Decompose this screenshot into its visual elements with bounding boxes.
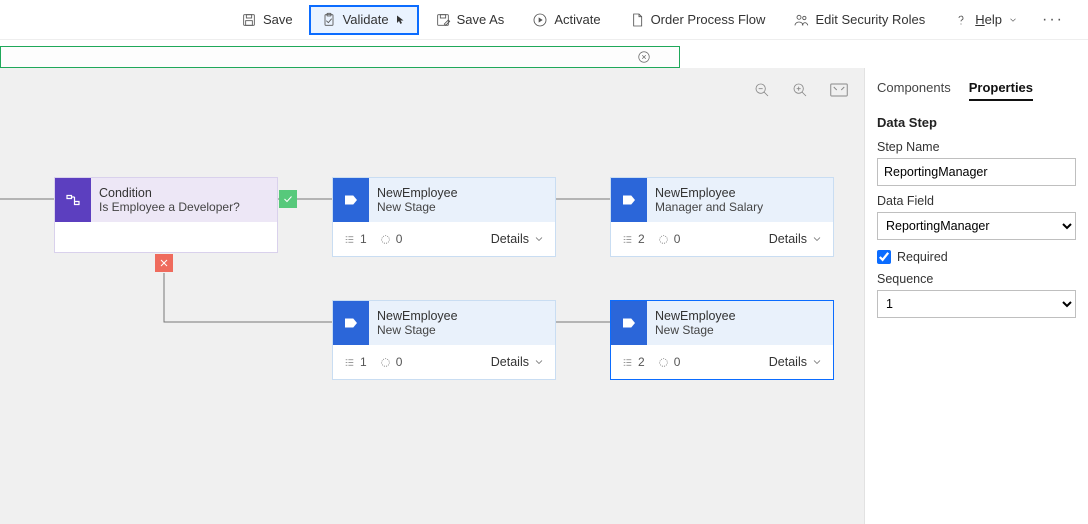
step-count: 1	[343, 232, 367, 246]
step-count: 1	[343, 355, 367, 369]
chevron-down-icon	[1008, 15, 1018, 25]
validate-label: Validate	[343, 12, 389, 27]
stage-title: NewEmployee	[377, 309, 458, 323]
list-icon	[343, 233, 356, 246]
tab-components[interactable]: Components	[877, 80, 951, 101]
stage-subtitle: New Stage	[377, 323, 458, 337]
help-button[interactable]: Help	[941, 5, 1030, 35]
designer-canvas[interactable]: Condition Is Employee a Developer? NewEm…	[0, 68, 864, 524]
condition-subtitle: Is Employee a Developer?	[99, 200, 240, 214]
help-label: Help	[975, 12, 1002, 27]
details-toggle[interactable]: Details	[769, 232, 823, 246]
chevron-down-icon	[811, 233, 823, 245]
branch-icon	[657, 356, 670, 369]
order-flow-button[interactable]: Order Process Flow	[617, 5, 778, 35]
stage-node-c[interactable]: NewEmployee New Stage 1 0 Details	[332, 300, 556, 380]
document-icon	[629, 12, 645, 28]
details-toggle[interactable]: Details	[491, 355, 545, 369]
data-field-label: Data Field	[877, 194, 1076, 208]
activate-button[interactable]: Activate	[520, 5, 612, 35]
step-count: 2	[621, 355, 645, 369]
list-icon	[343, 356, 356, 369]
save-as-icon	[435, 12, 451, 28]
order-flow-label: Order Process Flow	[651, 12, 766, 27]
branch-icon	[379, 356, 392, 369]
step-name-input[interactable]	[877, 158, 1076, 186]
zoom-in-icon[interactable]	[792, 82, 808, 98]
branch-count: 0	[379, 355, 403, 369]
sequence-select[interactable]: 1	[877, 290, 1076, 318]
zoom-out-icon[interactable]	[754, 82, 770, 98]
stage-subtitle: Manager and Salary	[655, 200, 763, 214]
sequence-label: Sequence	[877, 272, 1076, 286]
cursor-icon	[395, 14, 407, 26]
save-as-button[interactable]: Save As	[423, 5, 517, 35]
stage-node-d[interactable]: NewEmployee New Stage 2 0 Details	[610, 300, 834, 380]
stage-subtitle: New Stage	[655, 323, 736, 337]
people-icon	[793, 12, 809, 28]
stage-icon	[611, 301, 647, 345]
details-toggle[interactable]: Details	[491, 232, 545, 246]
step-name-label: Step Name	[877, 140, 1076, 154]
list-icon	[621, 356, 634, 369]
condition-icon	[55, 178, 91, 222]
message-close-button[interactable]	[637, 50, 651, 64]
chevron-down-icon	[533, 356, 545, 368]
step-count: 2	[621, 232, 645, 246]
tab-properties[interactable]: Properties	[969, 80, 1033, 101]
clipboard-check-icon	[321, 12, 337, 28]
data-field-select[interactable]: ReportingManager	[877, 212, 1076, 240]
activate-icon	[532, 12, 548, 28]
activate-label: Activate	[554, 12, 600, 27]
help-icon	[953, 12, 969, 28]
stage-icon	[611, 178, 647, 222]
stage-node-b[interactable]: NewEmployee Manager and Salary 2 0 Detai…	[610, 177, 834, 257]
stage-title: NewEmployee	[655, 186, 763, 200]
validate-button[interactable]: Validate	[309, 5, 419, 35]
close-circle-icon	[637, 50, 651, 64]
no-badge	[155, 254, 173, 272]
edit-security-roles-button[interactable]: Edit Security Roles	[781, 5, 937, 35]
condition-node[interactable]: Condition Is Employee a Developer?	[54, 177, 278, 253]
required-checkbox[interactable]	[877, 250, 891, 264]
edit-roles-label: Edit Security Roles	[815, 12, 925, 27]
toolbar: Save Validate Save As Activate Order Pro…	[0, 0, 1088, 40]
chevron-down-icon	[533, 233, 545, 245]
required-label: Required	[897, 250, 948, 264]
save-icon	[241, 12, 257, 28]
branch-icon	[379, 233, 392, 246]
branch-count: 0	[657, 232, 681, 246]
branch-icon	[657, 233, 670, 246]
save-label: Save	[263, 12, 293, 27]
save-as-label: Save As	[457, 12, 505, 27]
stage-title: NewEmployee	[655, 309, 736, 323]
branch-count: 0	[657, 355, 681, 369]
save-button[interactable]: Save	[229, 5, 305, 35]
canvas-tools	[754, 82, 848, 98]
branch-count: 0	[379, 232, 403, 246]
x-icon	[158, 257, 170, 269]
stage-node-a[interactable]: NewEmployee New Stage 1 0 Details	[332, 177, 556, 257]
stage-subtitle: New Stage	[377, 200, 458, 214]
condition-title: Condition	[99, 186, 240, 200]
connectors	[0, 68, 864, 524]
section-title: Data Step	[877, 115, 1076, 130]
fit-to-screen-icon[interactable]	[830, 83, 848, 97]
details-toggle[interactable]: Details	[769, 355, 823, 369]
properties-panel: Components Properties Data Step Step Nam…	[864, 68, 1088, 524]
chevron-down-icon	[811, 356, 823, 368]
validation-message-bar	[0, 46, 680, 68]
more-button[interactable]: ···	[1034, 7, 1072, 33]
yes-badge	[279, 190, 297, 208]
stage-icon	[333, 301, 369, 345]
check-icon	[282, 193, 294, 205]
stage-icon	[333, 178, 369, 222]
list-icon	[621, 233, 634, 246]
stage-title: NewEmployee	[377, 186, 458, 200]
